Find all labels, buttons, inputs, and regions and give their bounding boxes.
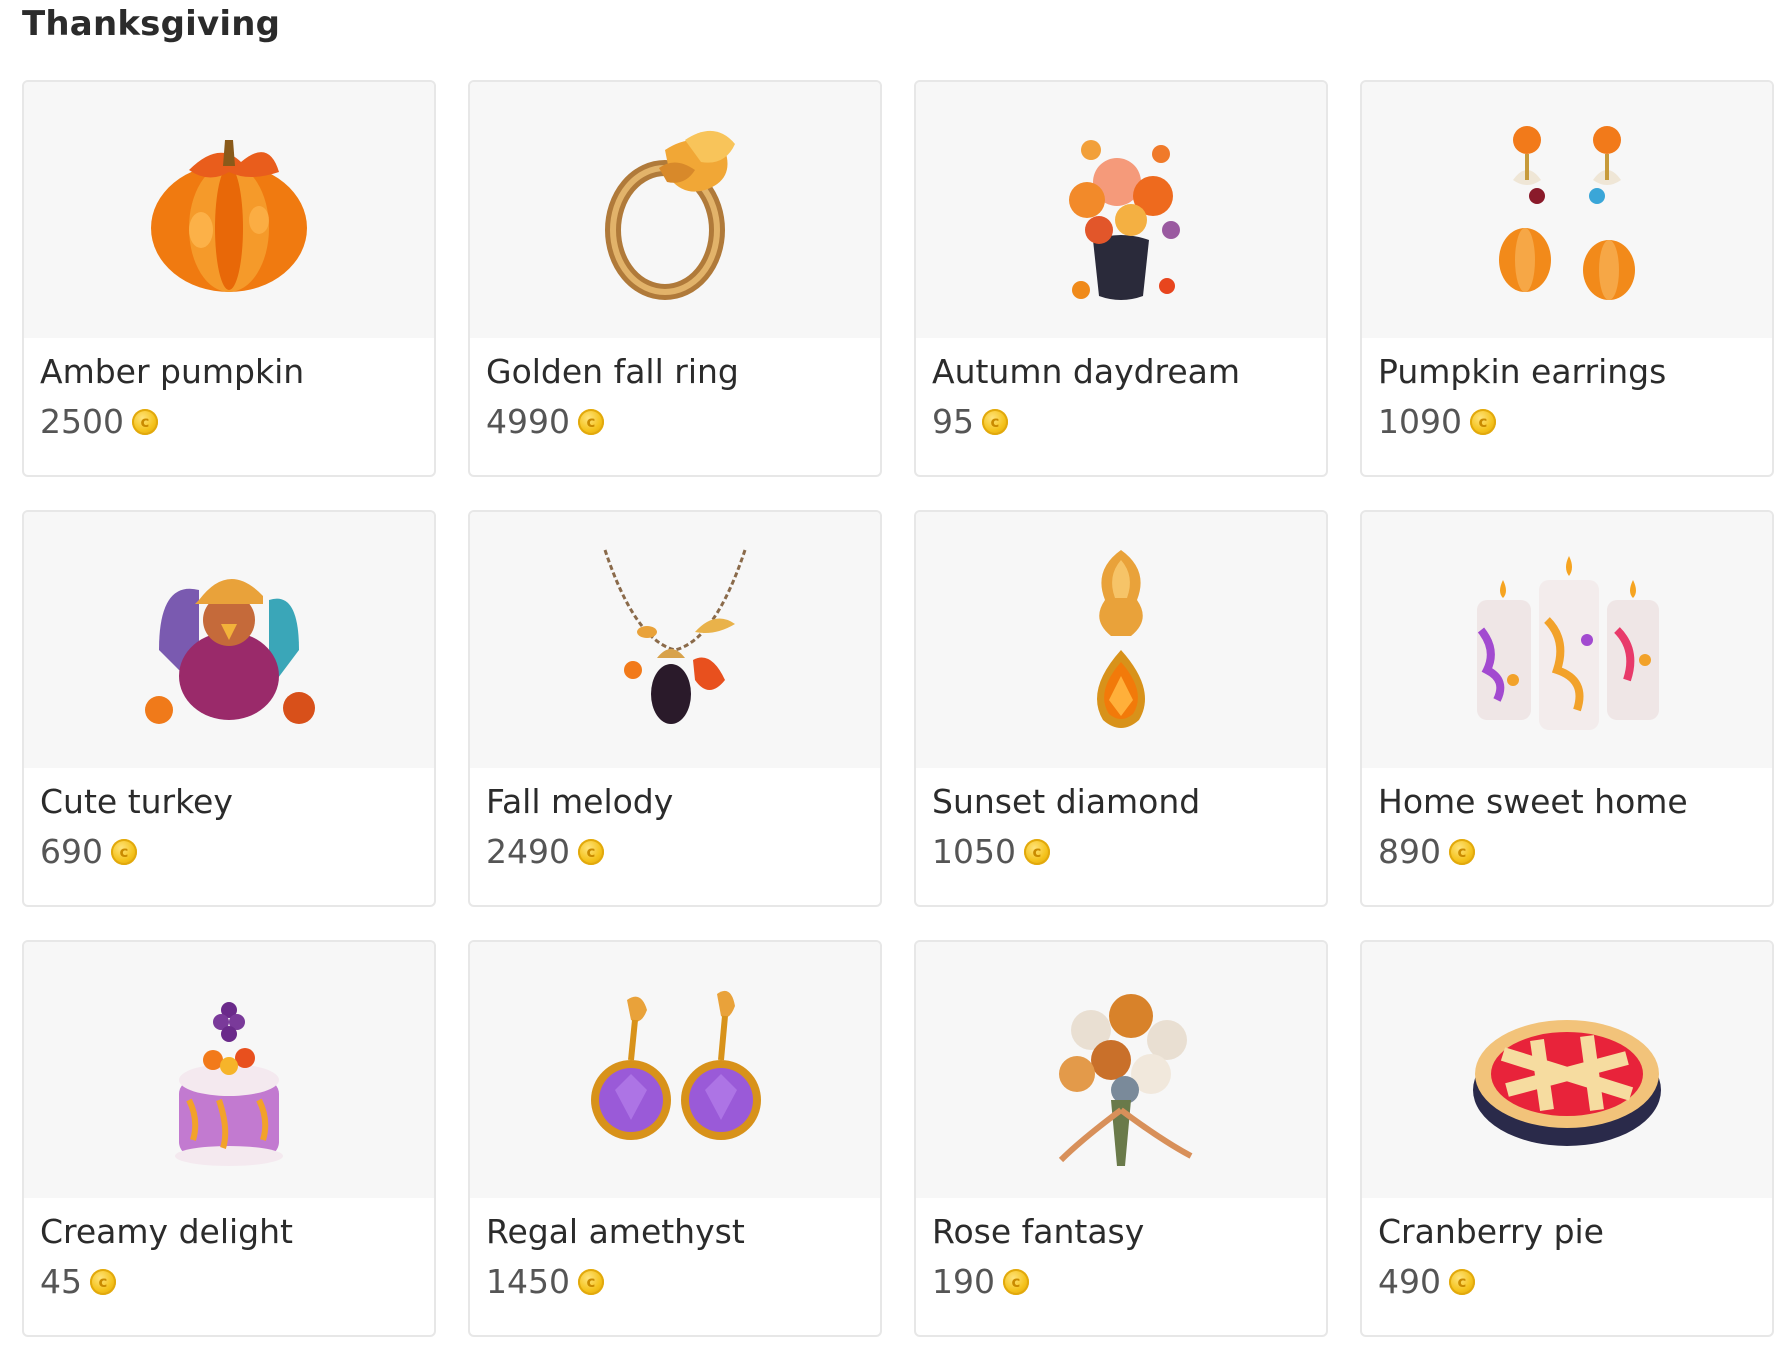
gift-price: 2500 bbox=[40, 402, 124, 441]
coin-icon: c bbox=[577, 839, 604, 865]
gift-card[interactable]: Sunset diamond 1050 c bbox=[914, 510, 1328, 907]
amethyst-earrings-image bbox=[470, 942, 880, 1198]
price-row: 45 c bbox=[40, 1260, 116, 1304]
gift-card[interactable]: Regal amethyst 1450 c bbox=[468, 940, 882, 1337]
gift-price: 690 bbox=[40, 832, 103, 871]
gift-card[interactable]: Cute turkey 690 c bbox=[22, 510, 436, 907]
price-row: 690 c bbox=[40, 830, 137, 874]
gift-name: Pumpkin earrings bbox=[1378, 352, 1667, 391]
price-row: 2500 c bbox=[40, 400, 158, 444]
coin-icon: c bbox=[111, 839, 137, 865]
gift-price: 95 bbox=[932, 402, 974, 441]
gift-card[interactable]: Fall melody 2490 c bbox=[468, 510, 882, 907]
gift-name: Fall melody bbox=[486, 782, 674, 821]
price-row: 1450 c bbox=[486, 1260, 604, 1304]
gift-name: Golden fall ring bbox=[486, 352, 739, 391]
price-row: 190 c bbox=[932, 1260, 1029, 1304]
coin-icon: c bbox=[1003, 1269, 1029, 1295]
gift-name: Cranberry pie bbox=[1378, 1212, 1604, 1251]
section-title: Thanksgiving bbox=[22, 4, 281, 44]
pumpkin-earrings-image bbox=[1362, 82, 1772, 338]
coin-icon: c bbox=[1023, 839, 1050, 865]
gift-name: Cute turkey bbox=[40, 782, 233, 821]
ring-image bbox=[470, 82, 880, 338]
gift-name: Amber pumpkin bbox=[40, 352, 305, 391]
gift-price: 2490 bbox=[486, 832, 570, 871]
gift-price: 190 bbox=[932, 1262, 995, 1301]
gift-price: 4990 bbox=[486, 402, 570, 441]
gift-name: Home sweet home bbox=[1378, 782, 1688, 821]
price-row: 4990 c bbox=[486, 400, 604, 444]
pendant-image bbox=[916, 512, 1326, 768]
price-row: 1050 c bbox=[932, 830, 1050, 874]
gift-price: 45 bbox=[40, 1262, 82, 1301]
gift-price: 1090 bbox=[1378, 402, 1462, 441]
coin-icon: c bbox=[1449, 1269, 1475, 1295]
gift-card[interactable]: Rose fantasy 190 c bbox=[914, 940, 1328, 1337]
rose-bouquet-image bbox=[916, 942, 1326, 1198]
gift-name: Sunset diamond bbox=[932, 782, 1201, 821]
coin-icon: c bbox=[1449, 839, 1475, 865]
price-row: 1090 c bbox=[1378, 400, 1496, 444]
gift-card[interactable]: Pumpkin earrings 1090 c bbox=[1360, 80, 1774, 477]
candles-image bbox=[1362, 512, 1772, 768]
price-row: 890 c bbox=[1378, 830, 1475, 874]
gift-name: Autumn daydream bbox=[932, 352, 1241, 391]
coin-icon: c bbox=[1469, 409, 1496, 435]
gift-card[interactable]: Creamy delight 45 c bbox=[22, 940, 436, 1337]
gift-name: Rose fantasy bbox=[932, 1212, 1145, 1251]
pumpkin-image bbox=[24, 82, 434, 338]
coin-icon: c bbox=[577, 409, 604, 435]
gift-card[interactable]: Cranberry pie 490 c bbox=[1360, 940, 1774, 1337]
gift-price: 890 bbox=[1378, 832, 1441, 871]
cake-image bbox=[24, 942, 434, 1198]
gift-price: 490 bbox=[1378, 1262, 1441, 1301]
necklace-image bbox=[470, 512, 880, 768]
flower-vase-image bbox=[916, 82, 1326, 338]
gift-price: 1450 bbox=[486, 1262, 570, 1301]
gift-price: 1050 bbox=[932, 832, 1016, 871]
gift-card[interactable]: Autumn daydream 95 c bbox=[914, 80, 1328, 477]
turkey-image bbox=[24, 512, 434, 768]
price-row: 95 c bbox=[932, 400, 1008, 444]
coin-icon: c bbox=[982, 409, 1008, 435]
gift-card[interactable]: Home sweet home 890 c bbox=[1360, 510, 1774, 907]
pie-image bbox=[1362, 942, 1772, 1198]
coin-icon: c bbox=[90, 1269, 116, 1295]
price-row: 490 c bbox=[1378, 1260, 1475, 1304]
coin-icon: c bbox=[577, 1269, 604, 1295]
gift-grid: Amber pumpkin 2500 c Golden fall ring 49… bbox=[22, 80, 1774, 1337]
gift-name: Creamy delight bbox=[40, 1212, 293, 1251]
gift-name: Regal amethyst bbox=[486, 1212, 745, 1251]
coin-icon: c bbox=[131, 409, 158, 435]
gift-card[interactable]: Golden fall ring 4990 c bbox=[468, 80, 882, 477]
price-row: 2490 c bbox=[486, 830, 604, 874]
gift-card[interactable]: Amber pumpkin 2500 c bbox=[22, 80, 436, 477]
